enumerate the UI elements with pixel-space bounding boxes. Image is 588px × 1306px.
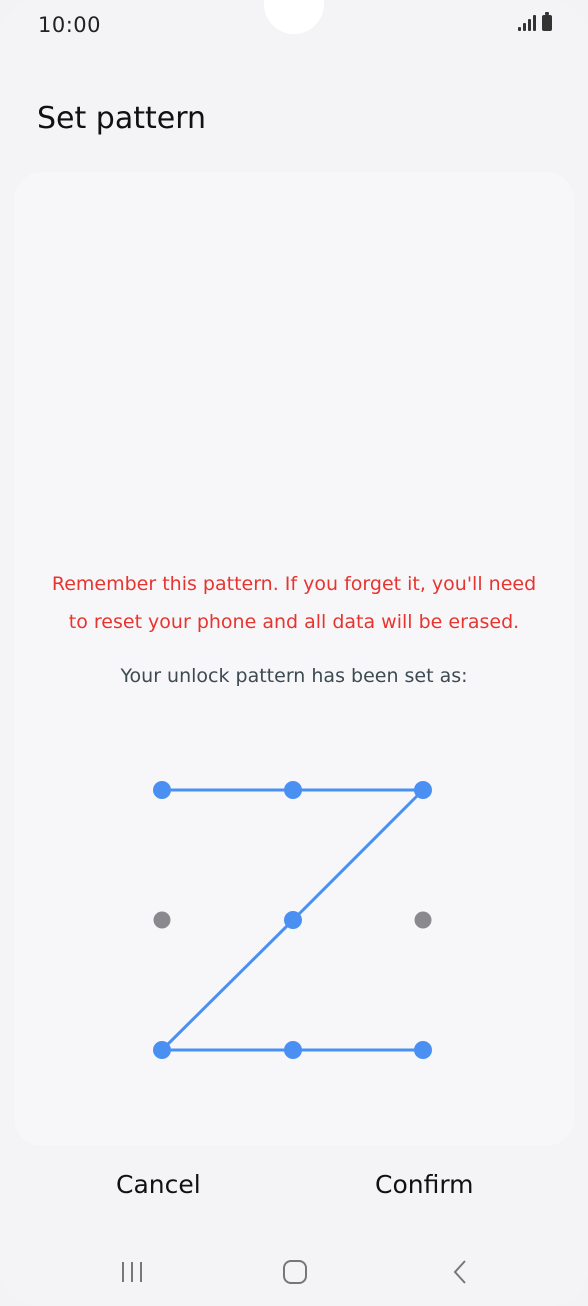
recents-icon[interactable]: [112, 1256, 152, 1288]
pattern-dot-9: [414, 1041, 432, 1059]
confirm-button[interactable]: Confirm: [375, 1170, 474, 1199]
pattern-path-segment: [160, 918, 295, 1052]
home-icon[interactable]: [275, 1256, 315, 1288]
pattern-dot-7: [153, 1041, 171, 1059]
pattern-dot-6: [414, 911, 432, 929]
pattern-path-segment: [291, 788, 425, 922]
back-icon[interactable]: [441, 1256, 481, 1288]
action-bar: Cancel Confirm: [0, 1150, 588, 1230]
pattern-dot-3: [414, 781, 432, 799]
pattern-dot-8: [284, 1041, 302, 1059]
phone-screen: 10:00 Set pattern Remember this pattern.…: [0, 0, 588, 1306]
pattern-dot-5: [284, 911, 302, 929]
pattern-dot-1: [153, 781, 171, 799]
pattern-dot-4: [153, 911, 171, 929]
pattern-dot-2: [284, 781, 302, 799]
cancel-button[interactable]: Cancel: [116, 1170, 201, 1199]
unlock-pattern-grid: [153, 781, 432, 1059]
navigation-bar: [0, 1240, 588, 1306]
